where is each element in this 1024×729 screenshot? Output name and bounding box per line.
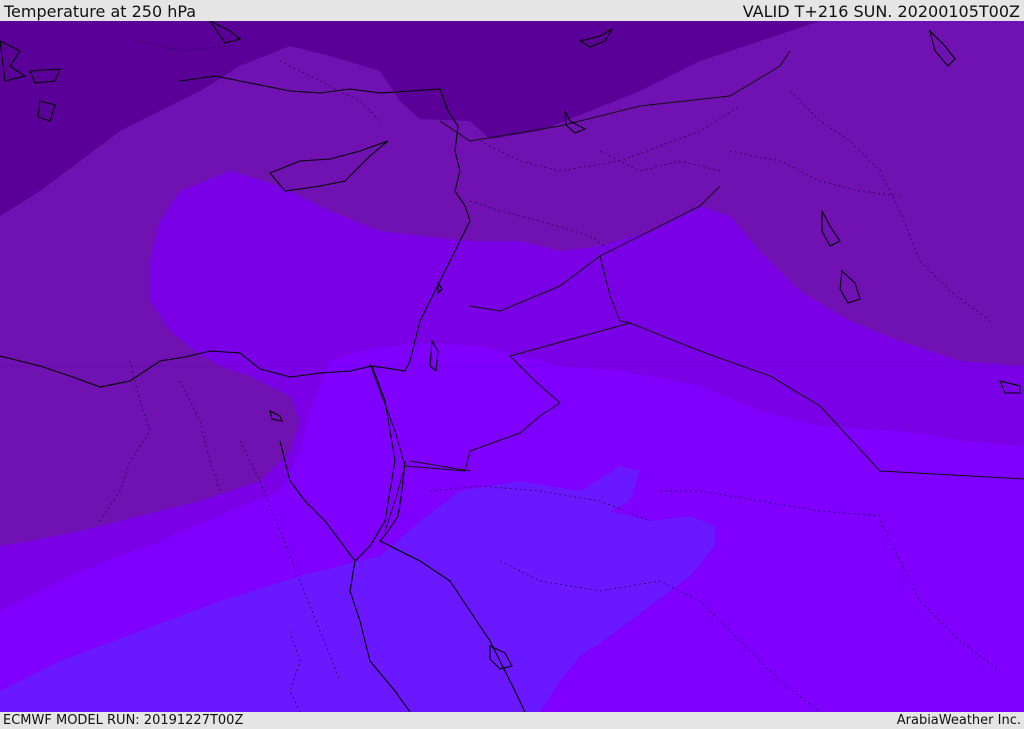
- valid-time: VALID T+216 SUN. 20200105T00Z: [742, 2, 1020, 21]
- model-run-label: ECMWF MODEL RUN: 20191227T00Z: [3, 713, 244, 728]
- footer-bar: ECMWF MODEL RUN: 20191227T00Z ArabiaWeat…: [0, 712, 1024, 729]
- map-canvas: [0, 21, 1024, 712]
- header-bar: Temperature at 250 hPa VALID T+216 SUN. …: [0, 0, 1024, 21]
- map-title: Temperature at 250 hPa: [4, 2, 197, 21]
- weather-map[interactable]: [0, 21, 1024, 712]
- credit-label: ArabiaWeather Inc.: [896, 713, 1021, 728]
